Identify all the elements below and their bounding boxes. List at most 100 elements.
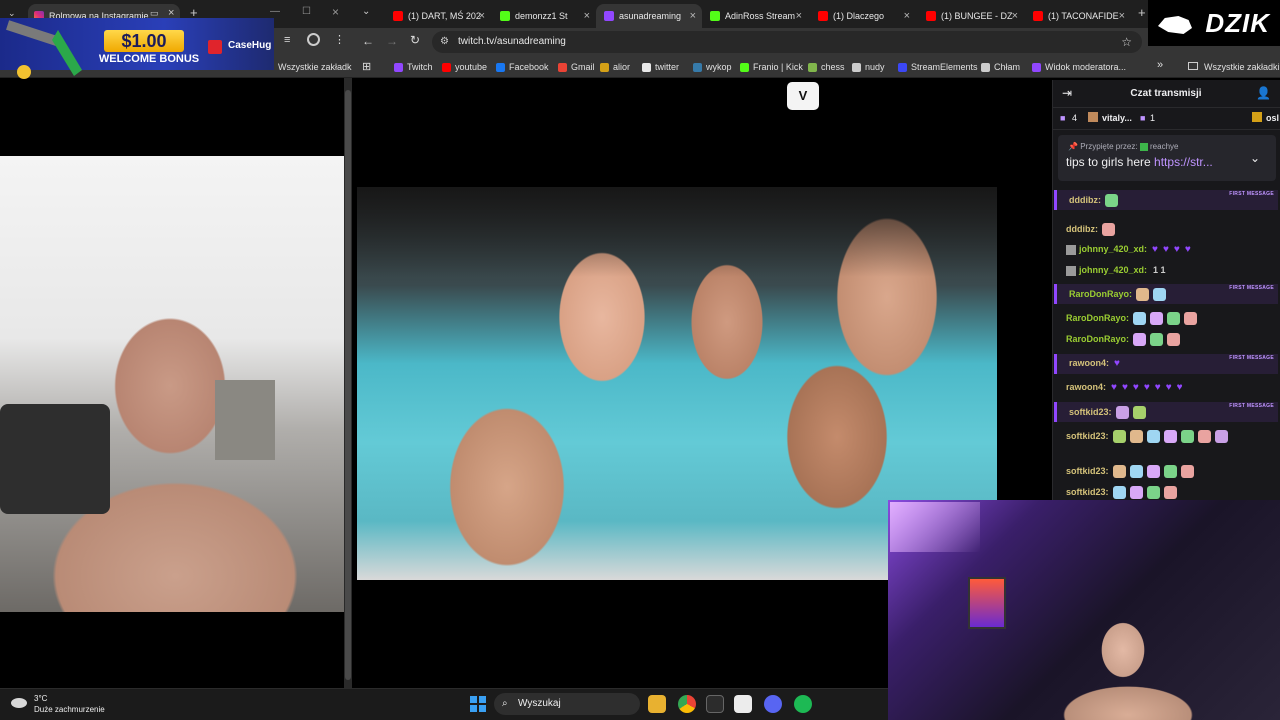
avatar <box>1088 112 1098 122</box>
app-icon[interactable] <box>706 695 724 713</box>
close-tab-icon[interactable]: × <box>690 10 696 22</box>
community-icon[interactable]: 👤 <box>1256 86 1271 100</box>
globe-icon <box>981 62 990 72</box>
maximize-icon[interactable]: ☐ <box>302 6 311 17</box>
search-icon: ⌕ <box>502 698 508 709</box>
close-tab-icon[interactable]: × <box>796 10 802 22</box>
chat-username[interactable]: johnny_420_xd: <box>1079 244 1147 254</box>
url-text: twitch.tv/asunadreaming <box>458 36 566 47</box>
tab-4[interactable]: (1) Dlaczego × <box>810 4 916 28</box>
bookmark-5[interactable]: twitter <box>642 56 679 78</box>
minimize-icon[interactable]: — <box>270 6 280 17</box>
profile-icon[interactable] <box>307 33 320 46</box>
discord-icon[interactable] <box>764 695 782 713</box>
chat-emote <box>1184 312 1198 325</box>
tab-0[interactable]: (1) DART, MŚ 202 × <box>385 4 491 28</box>
window-close-icon[interactable]: × <box>332 5 339 19</box>
chat-username[interactable]: RaroDonRayo: <box>1066 313 1129 323</box>
chat-username[interactable]: dddibz: <box>1069 195 1101 205</box>
left-all-bookmarks[interactable]: Wszystkie zakładki <box>278 62 354 72</box>
folder-icon <box>852 62 861 72</box>
weather-temperature[interactable]: 3°C <box>34 694 47 703</box>
chat-username[interactable]: rawoon4: <box>1069 358 1109 368</box>
bookmark-9[interactable]: nudy <box>852 56 885 78</box>
chat-emote <box>1197 430 1211 443</box>
chat-emote <box>1105 194 1118 207</box>
tab-3[interactable]: AdinRoss Stream × <box>702 4 808 28</box>
bookmark-0[interactable]: Twitch <box>394 56 433 78</box>
streamer-webcam-pc <box>968 577 1006 629</box>
reload-icon[interactable]: ↻ <box>410 33 420 47</box>
site-info-icon[interactable]: ⚙ <box>440 31 449 53</box>
chat-emote <box>1146 486 1160 499</box>
bookmark-1[interactable]: youtube <box>442 56 487 78</box>
extensions-icon[interactable]: ≡ <box>284 34 290 46</box>
windows-start-icon[interactable] <box>470 696 486 712</box>
collapse-chat-icon[interactable]: ⇥ <box>1062 86 1072 100</box>
chat-message: johnny_420_xd: 1 1 <box>1054 261 1278 281</box>
all-bookmarks[interactable]: Wszystkie zakładki <box>1204 62 1280 72</box>
tab-5[interactable]: (1) BUNGEE - DZ × <box>918 4 1024 28</box>
close-tab-icon[interactable]: × <box>1012 10 1018 22</box>
tab-6[interactable]: (1) TACONAFIDE × <box>1025 4 1131 28</box>
tab-label: demonzz1 St <box>515 11 568 21</box>
chevron-down-icon[interactable]: ⌄ <box>1250 151 1260 165</box>
chat-emote <box>1112 486 1126 499</box>
chat-message: softkid23: <box>1054 426 1278 460</box>
leaderboard-user: osl <box>1266 113 1280 123</box>
apps-grid-icon[interactable]: ⊞ <box>362 60 371 73</box>
tab-2[interactable]: asunadreaming × <box>596 4 702 28</box>
bookmark-3[interactable]: Gmail <box>558 56 595 78</box>
gift-box-icon <box>1252 112 1262 122</box>
chat-username[interactable]: softkid23: <box>1069 407 1112 417</box>
bookmark-star-icon[interactable]: ☆ <box>1121 31 1132 53</box>
chat-emote <box>1112 465 1126 478</box>
forward-icon[interactable]: → <box>386 34 398 48</box>
bookmark-4[interactable]: alior <box>600 56 630 78</box>
chat-username[interactable]: rawoon4: <box>1066 382 1106 392</box>
tab-1[interactable]: demonzz1 St × <box>492 4 596 28</box>
close-tab-icon[interactable]: × <box>584 10 590 22</box>
bookmark-6[interactable]: wykop <box>693 56 732 78</box>
address-bar[interactable]: ⚙ twitch.tv/asunadreaming ☆ <box>432 31 1142 53</box>
bookmark-12[interactable]: Widok moderatora... <box>1032 56 1126 78</box>
settings-app-icon[interactable] <box>734 695 752 713</box>
bookmark-2[interactable]: Facebook <box>496 56 549 78</box>
bookmark-10[interactable]: StreamElements <box>898 56 978 78</box>
close-tab-icon[interactable]: × <box>904 10 910 22</box>
close-tab-icon[interactable]: × <box>479 10 485 22</box>
chat-username[interactable]: softkid23: <box>1066 431 1109 441</box>
chat-message: RaroDonRayo: <box>1054 329 1278 349</box>
weather-description[interactable]: Duże zachmurzenie <box>34 705 105 714</box>
chat-username[interactable]: RaroDonRayo: <box>1066 334 1129 344</box>
chat-message: softkid23: FIRST MESSAGE <box>1054 402 1278 422</box>
bookmark-8[interactable]: chess <box>808 56 845 78</box>
chat-badge-icon <box>1066 265 1076 276</box>
gift-leaderboard[interactable]: ■ 4 vitaly... ■ 1 osl <box>1052 108 1280 130</box>
menu-icon[interactable]: ⋮ <box>334 33 345 46</box>
youtube-icon <box>442 62 451 72</box>
taskbar-search[interactable]: ⌕ Wyszukaj <box>494 693 640 715</box>
new-tab-icon[interactable]: + <box>1138 5 1146 20</box>
leaderboard-count: 4 <box>1072 113 1078 123</box>
chat-emote <box>1150 312 1164 325</box>
back-icon[interactable]: ← <box>362 34 374 48</box>
chrome-icon[interactable] <box>678 695 696 713</box>
chat-message: dddibz: <box>1054 219 1278 239</box>
more-bookmarks-icon[interactable]: » <box>1157 59 1163 71</box>
chat-username[interactable]: dddibz: <box>1066 224 1098 234</box>
cloud-icon[interactable] <box>10 694 28 708</box>
chat-username[interactable]: RaroDonRayo: <box>1069 289 1132 299</box>
chat-username[interactable]: johnny_420_xd: <box>1079 265 1147 275</box>
bookmark-11[interactable]: Chłam <box>981 56 1020 78</box>
file-explorer-icon[interactable] <box>648 695 666 713</box>
spotify-icon[interactable] <box>794 695 812 713</box>
close-tab-icon[interactable]: × <box>1119 10 1125 22</box>
left-scroll-thumb[interactable] <box>345 90 351 680</box>
tab-search-icon[interactable]: ⌄ <box>362 6 370 17</box>
pinned-link[interactable]: https://str... <box>1154 155 1213 169</box>
chat-username[interactable]: softkid23: <box>1066 466 1109 476</box>
chat-username[interactable]: softkid23: <box>1066 487 1109 497</box>
bookmark-7[interactable]: Franio | Kick <box>740 56 803 78</box>
player-logo-icon[interactable]: V <box>787 82 819 110</box>
